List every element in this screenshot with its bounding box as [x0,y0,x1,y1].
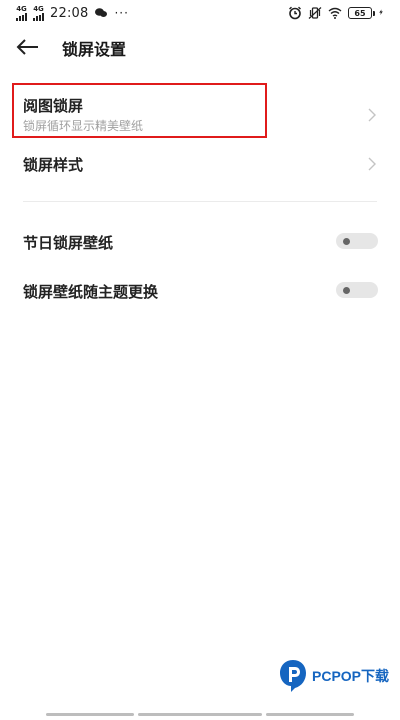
vibrate-icon [308,7,322,19]
page-title: 锁屏设置 [62,40,127,59]
chat-bubble-icon [95,8,108,17]
battery-level: 65 [354,8,366,18]
watermark: PCPOP下载 [278,654,398,698]
charging-bolt-icon [379,9,383,15]
battery-icon: 65 [348,7,375,19]
toggle-knob [343,237,350,245]
status-bar: 4G 4G 22:08 ··· 65 [0,0,400,26]
list-item-lock-screen-style[interactable]: 锁屏样式 [0,146,400,182]
chevron-right-icon [368,108,376,122]
alarm-clock-icon [289,6,301,20]
watermark-text-wrap: PCPOP下载 [312,668,389,684]
chevron-right-icon [368,157,376,171]
watermark-text: PCPOP下载 [312,668,390,684]
sim2-label: 4G [33,5,44,13]
sim2-signal-icon: 4G [33,5,44,21]
back-arrow-icon[interactable] [14,36,40,58]
setting-label: 节日锁屏壁纸 [23,234,114,252]
nav-hint-right [266,713,354,716]
wifi-icon [328,7,342,19]
setting-row-holiday-wallpaper: 节日锁屏壁纸 [0,224,400,258]
setting-label: 锁屏壁纸随主题更换 [23,283,159,301]
clock: 22:08 [50,5,89,21]
sim1-label: 4G [16,5,27,13]
section-divider [23,201,377,202]
highlight-box [12,83,267,138]
more-notifications-indicator: ··· [114,6,129,20]
setting-row-theme-wallpaper: 锁屏壁纸随主题更换 [0,273,400,307]
header: 锁屏设置 [0,30,400,64]
holiday-wallpaper-toggle[interactable] [336,233,378,249]
toggle-knob [343,286,350,294]
sim1-signal-icon: 4G [16,5,27,21]
item-title: 锁屏样式 [23,156,84,174]
nav-hint-left [46,713,134,716]
theme-wallpaper-toggle[interactable] [336,282,378,298]
status-bar-right: 65 [288,6,386,20]
status-bar-left: 4G 4G 22:08 ··· [16,5,129,21]
nav-hint-center [138,713,262,716]
pcpop-logo-icon [280,660,306,692]
